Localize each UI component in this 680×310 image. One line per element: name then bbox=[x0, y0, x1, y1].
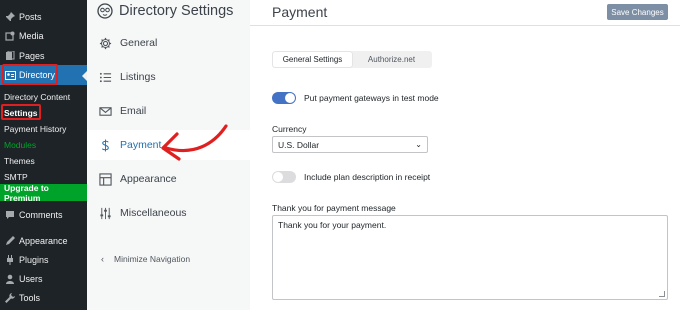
tools-icon bbox=[4, 292, 16, 304]
upgrade-premium-link[interactable]: Upgrade to Premium bbox=[0, 183, 87, 203]
wp-admin-sidebar: Posts Media Pages Directory Directory Co… bbox=[0, 0, 87, 310]
payment-tabs: General Settings Authorize.net bbox=[272, 51, 432, 68]
dollar-icon bbox=[97, 137, 113, 153]
wp-submenu-modules[interactable]: Modules bbox=[4, 140, 36, 150]
wp-menu-users[interactable]: Users bbox=[0, 269, 87, 289]
currency-select[interactable]: U.S. Dollar ⌄ bbox=[272, 136, 428, 153]
directory-settings-nav: Directory Settings General Listings Emai… bbox=[87, 0, 250, 310]
gear-icon bbox=[97, 35, 113, 51]
layout-icon bbox=[97, 171, 113, 187]
nav-email[interactable]: Email bbox=[87, 96, 250, 126]
tab-authorize-net[interactable]: Authorize.net bbox=[352, 52, 431, 67]
toggle-knob bbox=[285, 93, 295, 103]
nav-appearance[interactable]: Appearance bbox=[87, 164, 250, 194]
wp-menu-tools[interactable]: Tools bbox=[0, 288, 87, 308]
nav-listings[interactable]: Listings bbox=[87, 62, 250, 92]
minimize-navigation[interactable]: ‹ Minimize Navigation bbox=[101, 254, 190, 264]
toggle-knob bbox=[273, 172, 283, 182]
pin-icon bbox=[4, 11, 16, 23]
plugins-icon bbox=[4, 254, 16, 266]
currency-label: Currency bbox=[272, 124, 307, 134]
email-icon bbox=[97, 103, 113, 119]
payment-settings-panel: Payment Save Changes General Settings Au… bbox=[250, 0, 680, 310]
wp-submenu-smtp[interactable]: SMTP bbox=[4, 172, 28, 182]
main-header: Payment Save Changes bbox=[250, 0, 680, 26]
chevron-down-icon: ⌄ bbox=[415, 140, 422, 149]
appearance-icon bbox=[4, 235, 16, 247]
wp-menu-appearance[interactable]: Appearance bbox=[0, 231, 87, 251]
wp-submenu-payment-history[interactable]: Payment History bbox=[4, 124, 66, 134]
nav-general[interactable]: General bbox=[87, 28, 250, 58]
list-icon bbox=[97, 69, 113, 85]
wp-menu-pages[interactable]: Pages bbox=[0, 46, 87, 66]
wp-menu-plugins[interactable]: Plugins bbox=[0, 250, 87, 270]
wp-menu-posts[interactable]: Posts bbox=[0, 7, 87, 27]
nav-payment[interactable]: Payment bbox=[87, 130, 250, 160]
sliders-icon bbox=[97, 205, 113, 221]
comments-icon bbox=[4, 209, 16, 221]
thankyou-message-textarea[interactable]: Thank you for your payment. bbox=[272, 215, 668, 300]
highlight-settings-box bbox=[1, 104, 41, 120]
plan-description-toggle[interactable] bbox=[272, 171, 296, 183]
directory-settings-title: Directory Settings bbox=[119, 3, 234, 19]
page-title: Payment bbox=[272, 4, 328, 20]
pages-icon bbox=[4, 50, 16, 62]
wp-submenu-themes[interactable]: Themes bbox=[4, 156, 35, 166]
directory-settings-header: Directory Settings bbox=[97, 3, 233, 19]
save-changes-button[interactable]: Save Changes bbox=[607, 4, 668, 20]
wp-menu-comments[interactable]: Comments bbox=[0, 205, 87, 225]
test-mode-label: Put payment gateways in test mode bbox=[304, 93, 439, 103]
highlight-directory-box bbox=[2, 64, 58, 85]
plan-description-label: Include plan description in receipt bbox=[304, 172, 431, 182]
nav-miscellaneous[interactable]: Miscellaneous bbox=[87, 198, 250, 228]
test-mode-toggle[interactable] bbox=[272, 92, 296, 104]
wp-menu-media[interactable]: Media bbox=[0, 26, 87, 46]
tab-general-settings[interactable]: General Settings bbox=[273, 52, 352, 67]
media-icon bbox=[4, 30, 16, 42]
chevron-left-icon: ‹ bbox=[101, 254, 104, 264]
directory-logo-icon bbox=[97, 3, 113, 19]
thankyou-message-label: Thank you for payment message bbox=[272, 203, 396, 213]
wp-submenu-directory-content[interactable]: Directory Content bbox=[4, 92, 70, 102]
users-icon bbox=[4, 273, 16, 285]
resize-handle[interactable] bbox=[659, 291, 665, 297]
